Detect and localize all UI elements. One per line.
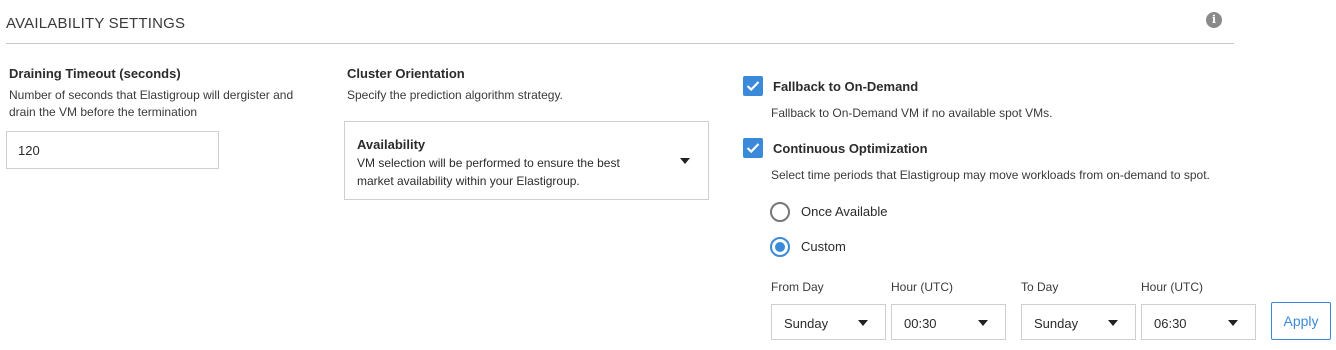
- chevron-down-icon: [1228, 320, 1238, 326]
- checkmark-icon: [746, 143, 760, 154]
- continuous-optimization-checkbox[interactable]: [743, 138, 763, 158]
- to-hour-label: Hour (UTC): [1141, 280, 1203, 294]
- from-hour-select[interactable]: 00:30: [891, 304, 1006, 340]
- draining-timeout-description-line2: drain the VM before the termination: [9, 105, 198, 119]
- chevron-down-icon: [1108, 320, 1118, 326]
- section-title: AVAILABILITY SETTINGS: [6, 15, 186, 32]
- cluster-orientation-label: Cluster Orientation: [347, 66, 465, 81]
- chevron-down-icon: [978, 320, 988, 326]
- radio-once-available[interactable]: [770, 202, 790, 222]
- checkmark-icon: [746, 81, 760, 92]
- draining-timeout-description-line1: Number of seconds that Elastigroup will …: [9, 88, 294, 102]
- info-icon[interactable]: i: [1206, 12, 1222, 28]
- fallback-label[interactable]: Fallback to On-Demand: [773, 79, 918, 94]
- cluster-orientation-description: Specify the prediction algorithm strateg…: [347, 88, 563, 102]
- to-day-select[interactable]: Sunday: [1021, 304, 1136, 340]
- fallback-description: Fallback to On-Demand VM if no available…: [771, 106, 1053, 120]
- orientation-selected-description-line1: VM selection will be performed to ensure…: [357, 156, 620, 170]
- section-header: AVAILABILITY SETTINGS: [6, 0, 1234, 44]
- continuous-optimization-description: Select time periods that Elastigroup may…: [771, 168, 1210, 182]
- apply-button[interactable]: Apply: [1271, 302, 1331, 340]
- orientation-selected-title: Availability: [357, 137, 426, 152]
- continuous-optimization-label[interactable]: Continuous Optimization: [773, 141, 928, 156]
- chevron-down-icon: [858, 320, 868, 326]
- from-day-label: From Day: [771, 280, 824, 294]
- orientation-selected-description-line2: market availability within your Elastigr…: [357, 174, 580, 188]
- radio-custom-label[interactable]: Custom: [801, 239, 846, 254]
- to-hour-select[interactable]: 06:30: [1141, 304, 1256, 340]
- to-day-value: Sunday: [1034, 316, 1079, 331]
- chevron-down-icon: [680, 158, 690, 164]
- orientation-selected-description: VM selection will be performed to ensure…: [357, 154, 657, 190]
- from-day-value: Sunday: [784, 316, 829, 331]
- cluster-orientation-select[interactable]: Availability VM selection will be perfor…: [344, 121, 709, 200]
- radio-custom[interactable]: [770, 237, 790, 257]
- radio-once-available-label[interactable]: Once Available: [801, 204, 888, 219]
- draining-timeout-input[interactable]: [6, 131, 219, 169]
- from-hour-label: Hour (UTC): [891, 280, 953, 294]
- to-hour-value: 06:30: [1154, 316, 1187, 331]
- to-day-label: To Day: [1021, 280, 1059, 294]
- from-hour-value: 00:30: [904, 316, 937, 331]
- fallback-checkbox[interactable]: [743, 76, 763, 96]
- from-day-select[interactable]: Sunday: [771, 304, 886, 340]
- draining-timeout-label: Draining Timeout (seconds): [9, 66, 181, 81]
